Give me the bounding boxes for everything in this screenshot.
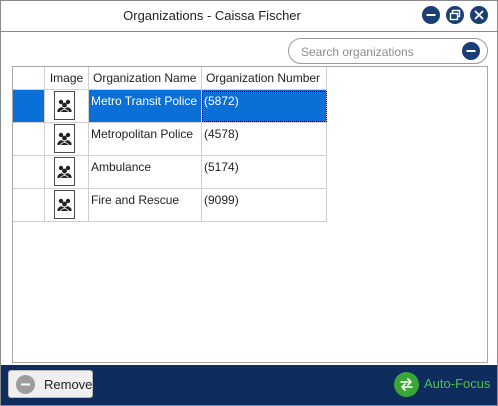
image-cell [45, 123, 89, 156]
search-input[interactable] [299, 42, 463, 62]
org-number-cell[interactable]: (4578) [202, 123, 327, 156]
auto-focus-button[interactable]: Auto-Focus [394, 372, 494, 398]
row-selector[interactable] [13, 90, 45, 123]
window-title: Organizations - Caissa Fischer [123, 8, 301, 23]
table-row[interactable]: Fire and Rescue (9099) [13, 189, 327, 222]
close-icon [474, 10, 484, 20]
org-number-cell[interactable]: (5872) [202, 90, 327, 123]
title-bar[interactable]: Organizations - Caissa Fischer [1, 1, 497, 31]
org-number-cell[interactable]: (5174) [202, 156, 327, 189]
restore-icon [449, 9, 461, 21]
row-header-corner [13, 67, 45, 90]
row-selector[interactable] [13, 123, 45, 156]
minimize-button[interactable] [422, 6, 440, 24]
restore-button[interactable] [446, 6, 464, 24]
remove-button[interactable]: Remove [8, 370, 93, 398]
org-number-cell[interactable]: (9099) [202, 189, 327, 222]
title-divider [1, 31, 497, 32]
row-selector[interactable] [13, 189, 45, 222]
organizations-table: Image Organization Name Organization Num… [12, 66, 488, 363]
table-row[interactable]: Metropolitan Police (4578) [13, 123, 327, 156]
remove-icon [16, 375, 35, 394]
search-icon [466, 50, 476, 52]
remove-label: Remove [44, 377, 93, 392]
minimize-icon [426, 14, 436, 16]
swap-arrows-icon [394, 372, 419, 397]
group-people-icon [54, 91, 75, 120]
image-cell [45, 90, 89, 123]
search-box[interactable] [288, 38, 488, 64]
org-name-cell[interactable]: Ambulance [89, 156, 202, 189]
column-header-name[interactable]: Organization Name [89, 67, 202, 90]
image-cell [45, 189, 89, 222]
org-name-cell[interactable]: Fire and Rescue [89, 189, 202, 222]
column-header-image[interactable]: Image [45, 67, 89, 90]
group-people-icon [54, 157, 75, 186]
org-name-cell[interactable]: Metropolitan Police [89, 123, 202, 156]
auto-focus-label: Auto-Focus [424, 376, 491, 391]
organizations-window: Organizations - Caissa Fischer Search or… [0, 0, 498, 406]
image-cell [45, 156, 89, 189]
footer-bar: Remove Auto-Focus [1, 365, 497, 405]
search-button[interactable] [462, 42, 480, 60]
table-row[interactable]: Metro Transit Police (5872) [13, 90, 327, 123]
close-button[interactable] [470, 6, 488, 24]
row-selector[interactable] [13, 156, 45, 189]
column-header-number[interactable]: Organization Number [202, 67, 327, 90]
org-name-cell[interactable]: Metro Transit Police [89, 90, 202, 123]
group-people-icon [54, 124, 75, 153]
group-people-icon [54, 190, 75, 219]
table-row[interactable]: Ambulance (5174) [13, 156, 327, 189]
